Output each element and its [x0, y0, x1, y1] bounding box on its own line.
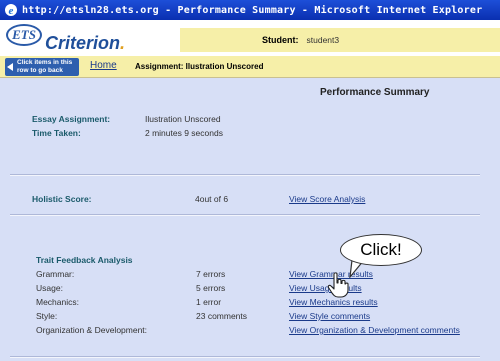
trait-value-mechanics: 1 error	[196, 297, 222, 307]
nav-bar: Click items in this row to go back Home …	[0, 56, 500, 78]
callout-text: Click!	[360, 240, 402, 259]
holistic-score-label: Holistic Score:	[32, 194, 92, 204]
window-titlebar: e http://etsln28.ets.org - Performance S…	[0, 0, 500, 20]
essay-assignment-value: Ilustration Unscored	[145, 114, 221, 124]
view-style-comments-link[interactable]: View Style comments	[289, 311, 370, 321]
click-callout: Click!	[340, 234, 422, 266]
window-title: http://etsln28.ets.org - Performance Sum…	[22, 4, 483, 16]
main-content: Performance Summary Essay Assignment: Il…	[0, 78, 500, 361]
view-organization-comments-link[interactable]: View Organization & Development comments	[289, 325, 460, 335]
divider	[10, 356, 480, 358]
criterion-logo: Criterion.	[45, 33, 126, 53]
trait-name-usage: Usage:	[36, 283, 63, 293]
hand-pointer-icon	[327, 272, 349, 298]
student-label: Student:	[262, 35, 299, 45]
page-title: Performance Summary	[320, 87, 430, 98]
holistic-score-value: 4out of 6	[195, 194, 229, 204]
divider	[10, 174, 480, 176]
trait-name-mechanics: Mechanics:	[36, 297, 79, 307]
ets-logo: ETS	[6, 24, 42, 46]
app-header: ETS Criterion. Student: student3	[0, 20, 500, 56]
time-taken-label: Time Taken:	[32, 128, 81, 138]
student-info: Student: student3	[180, 28, 500, 52]
view-usage-results-link[interactable]: View Usage results	[289, 283, 362, 293]
brand-name: Criterion	[45, 33, 121, 53]
assignment-breadcrumb: Assignment: Ilustration Unscored	[135, 62, 264, 71]
view-score-analysis-link[interactable]: View Score Analysis	[289, 194, 365, 204]
view-mechanics-results-link[interactable]: View Mechanics results	[289, 297, 378, 307]
trait-value-usage: 5 errors	[196, 283, 226, 293]
time-taken-value: 2 minutes 9 seconds	[145, 128, 223, 138]
student-value: student3	[306, 35, 340, 45]
essay-assignment-label: Essay Assignment:	[32, 114, 111, 124]
trait-name-style: Style:	[36, 311, 58, 321]
svg-text:e: e	[9, 5, 14, 17]
nav-hint: Click items in this row to go back	[5, 58, 79, 76]
trait-value-grammar: 7 errors	[196, 269, 226, 279]
divider	[10, 214, 480, 216]
trait-name-grammar: Grammar:	[36, 269, 75, 279]
trait-feedback-title: Trait Feedback Analysis	[36, 255, 133, 265]
trait-name-organization: Organization & Development:	[36, 325, 148, 335]
trait-value-style: 23 comments	[196, 311, 248, 321]
home-link[interactable]: Home	[90, 60, 117, 71]
ie-icon: e	[5, 4, 17, 17]
